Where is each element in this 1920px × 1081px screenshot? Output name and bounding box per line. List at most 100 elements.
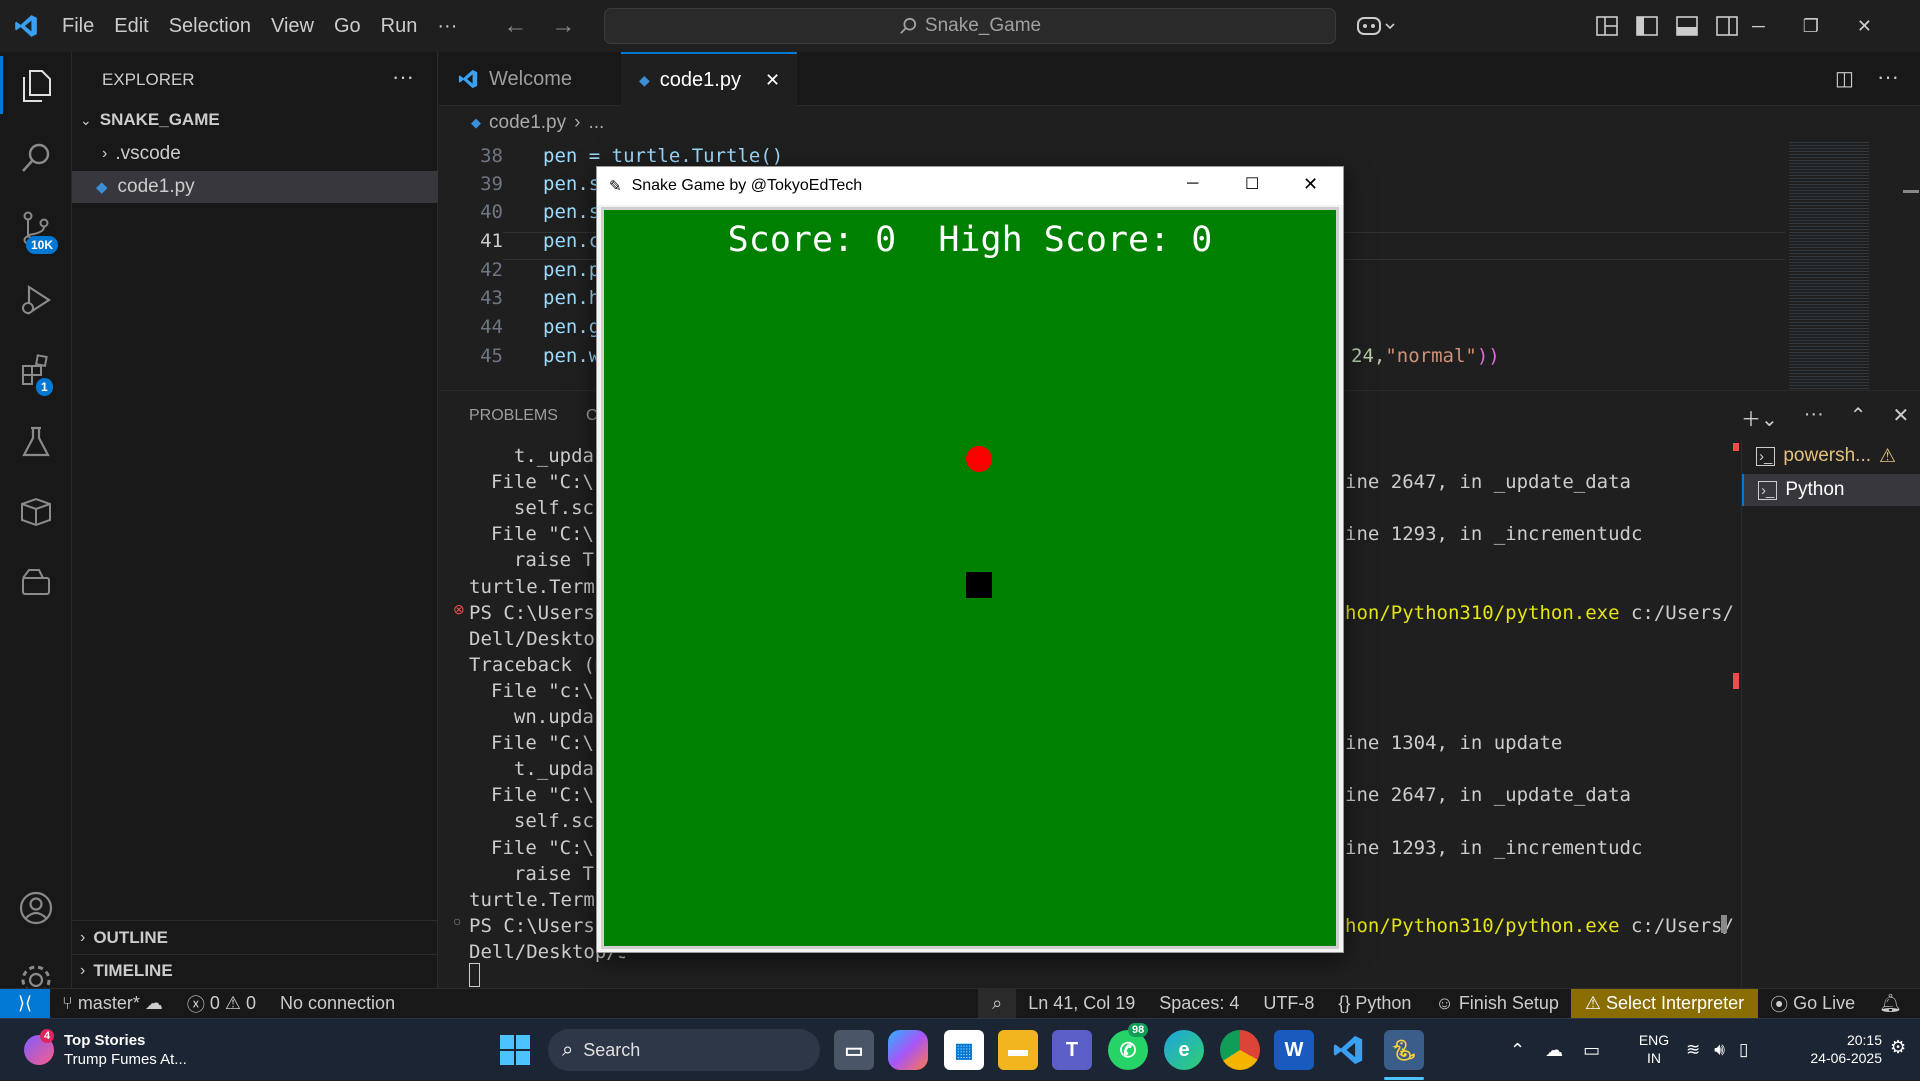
remote-explorer-icon[interactable]	[0, 482, 72, 542]
game-canvas[interactable]: Score: 0 High Score: 0	[601, 207, 1339, 949]
taskbar-search[interactable]: ⌕ Search	[548, 1029, 820, 1071]
menu-file[interactable]: File	[52, 15, 104, 38]
task-view-icon[interactable]: ▭	[834, 1030, 874, 1070]
source-control-icon[interactable]: 10K	[0, 198, 72, 258]
split-editor-icon[interactable]: ◫	[1835, 66, 1854, 91]
minimize-icon[interactable]: ─	[1187, 175, 1198, 193]
breadcrumb-file[interactable]: code1.py	[489, 112, 566, 134]
folder-snake-game[interactable]: ⌄ SNAKE_GAME	[72, 104, 438, 136]
tree-item-code1[interactable]: ◆ code1.py	[72, 171, 438, 203]
notification-center-icon[interactable]: ⚙	[1890, 1037, 1906, 1058]
menu-view[interactable]: View	[261, 15, 324, 38]
tree-item-label: .vscode	[115, 143, 181, 164]
copilot-icon[interactable]	[1356, 0, 1396, 52]
line-45-tail: 24, "normal" ))	[1351, 342, 1500, 370]
clock[interactable]: 20:15 24-06-2025	[1782, 1031, 1882, 1067]
minimap[interactable]	[1785, 140, 1919, 390]
python-file-icon: ◆	[96, 179, 108, 196]
back-arrow-icon[interactable]: ←	[491, 12, 539, 40]
close-panel-icon[interactable]: ✕	[1893, 403, 1910, 432]
remote-indicator[interactable]: ⟩⟨	[0, 988, 50, 1019]
maximize-panel-icon[interactable]: ⌃	[1850, 403, 1867, 432]
files-icon[interactable]	[0, 56, 72, 116]
word-icon[interactable]: W	[1274, 1030, 1314, 1070]
menu-go[interactable]: Go	[324, 15, 371, 38]
close-icon[interactable]: ✕	[1857, 16, 1872, 37]
extensions-icon[interactable]: 1	[0, 340, 72, 400]
cursor-position[interactable]: Ln 41, Col 19	[1016, 989, 1147, 1019]
news-widget[interactable]: 4 Top Stories Trump Fumes At...	[20, 1029, 200, 1071]
battery-icon[interactable]: ▯	[1739, 1040, 1748, 1060]
menu-edit[interactable]: Edit	[104, 15, 158, 38]
snake-window-titlebar[interactable]: ✎ Snake Game by @TokyoEdTech ─ ☐ ✕	[597, 167, 1343, 205]
new-terminal-icon[interactable]: ＋⌄	[1741, 403, 1778, 432]
start-icon[interactable]	[500, 1035, 530, 1065]
toggle-panel-icon[interactable]	[1676, 16, 1698, 36]
chrome-icon[interactable]	[1220, 1030, 1260, 1070]
onedrive-icon[interactable]: ☁	[1545, 1040, 1563, 1061]
editor-more-icon[interactable]: ···	[1877, 64, 1899, 90]
connection-status[interactable]: No connection	[268, 989, 407, 1019]
file-explorer-icon[interactable]: ▬	[998, 1030, 1038, 1070]
language-mode[interactable]: {} Python	[1326, 989, 1423, 1019]
chevron-up-icon[interactable]: ⌃	[1510, 1040, 1525, 1061]
tree-item-vscode[interactable]: › .vscode	[72, 138, 438, 170]
tab-problems[interactable]: PROBLEMS	[469, 407, 558, 425]
container-icon[interactable]	[0, 552, 72, 612]
explorer-more-icon[interactable]: ···	[392, 64, 414, 90]
zoom-icon[interactable]: ⌕	[978, 988, 1017, 1019]
breadcrumb-separator: ›	[574, 112, 581, 133]
display-icon[interactable]: ▭	[1583, 1040, 1600, 1061]
indentation[interactable]: Spaces: 4	[1147, 989, 1251, 1019]
tab-welcome[interactable]: Welcome	[439, 52, 619, 106]
terminal-text: ine 2647, in _update_data	[1345, 471, 1631, 494]
terminal-line-tail: ine 1304, in update	[1345, 732, 1562, 754]
python-file-icon: ◆	[639, 71, 650, 88]
maximize-icon[interactable]: ☐	[1245, 174, 1259, 194]
panel-more-icon[interactable]: ···	[1804, 403, 1824, 432]
command-center-search[interactable]: Snake_Game	[604, 8, 1336, 44]
language-indicator[interactable]: ENG IN	[1634, 1031, 1674, 1067]
lang-region: IN	[1647, 1050, 1661, 1066]
edge-icon[interactable]: e	[1164, 1030, 1204, 1070]
menu-run[interactable]: Run	[371, 15, 428, 38]
store-icon[interactable]: ▦	[944, 1030, 984, 1070]
terminal-line-tail: ine 1293, in _incrementudc	[1345, 523, 1642, 545]
terminal-item-python[interactable]: ›_ Python	[1742, 474, 1920, 506]
accounts-icon[interactable]	[0, 878, 72, 938]
go-live[interactable]: ⦿ Go Live	[1758, 989, 1867, 1019]
python-taskbar-icon[interactable]: 🐍︎	[1384, 1030, 1424, 1070]
snake-game-window[interactable]: ✎ Snake Game by @TokyoEdTech ─ ☐ ✕ Score…	[596, 166, 1344, 953]
search-icon[interactable]	[0, 128, 72, 188]
forward-arrow-icon[interactable]: →	[539, 12, 587, 40]
problems-indicator[interactable]: ⓧ 0 ⚠ 0	[175, 989, 268, 1019]
outline-section[interactable]: › OUTLINE	[72, 922, 438, 954]
terminal-item-powershell[interactable]: ›_ powersh... ⚠	[1742, 440, 1920, 472]
branch-indicator[interactable]: ⑂ master* ☁	[50, 989, 175, 1019]
menu-selection[interactable]: Selection	[159, 15, 261, 38]
timeline-section[interactable]: › TIMELINE	[72, 955, 438, 987]
toggle-secondary-sidebar-icon[interactable]	[1716, 16, 1738, 36]
select-interpreter[interactable]: ⚠ Select Interpreter	[1570, 988, 1759, 1019]
close-icon[interactable]: ✕	[1303, 174, 1318, 195]
teams-icon[interactable]: T	[1052, 1030, 1092, 1070]
encoding[interactable]: UTF-8	[1251, 989, 1326, 1019]
notifications-bell-icon[interactable]: 🔔︎	[1867, 989, 1920, 1019]
toggle-sidebar-icon[interactable]	[1636, 16, 1658, 36]
close-tab-icon[interactable]: ✕	[765, 70, 780, 91]
testing-icon[interactable]	[0, 412, 72, 472]
copilot-app-icon[interactable]	[888, 1030, 928, 1070]
tab-code1[interactable]: ◆ code1.py ✕	[621, 52, 797, 106]
wifi-icon[interactable]: ≋	[1686, 1040, 1700, 1060]
customize-layout-icon[interactable]	[1596, 16, 1618, 36]
run-debug-icon[interactable]	[0, 270, 72, 330]
finish-setup[interactable]: ☺ Finish Setup	[1423, 989, 1570, 1019]
volume-icon[interactable]: 🔊︎	[1714, 1040, 1725, 1060]
whatsapp-badge: 98	[1128, 1023, 1149, 1037]
line-text: pen.w	[543, 345, 601, 367]
restore-icon[interactable]: ❐	[1803, 16, 1819, 37]
vscode-taskbar-icon[interactable]	[1328, 1030, 1368, 1070]
minimize-icon[interactable]: ─	[1752, 16, 1765, 37]
breadcrumb-rest[interactable]: ...	[588, 112, 604, 134]
menu-more[interactable]: ···	[427, 15, 467, 38]
